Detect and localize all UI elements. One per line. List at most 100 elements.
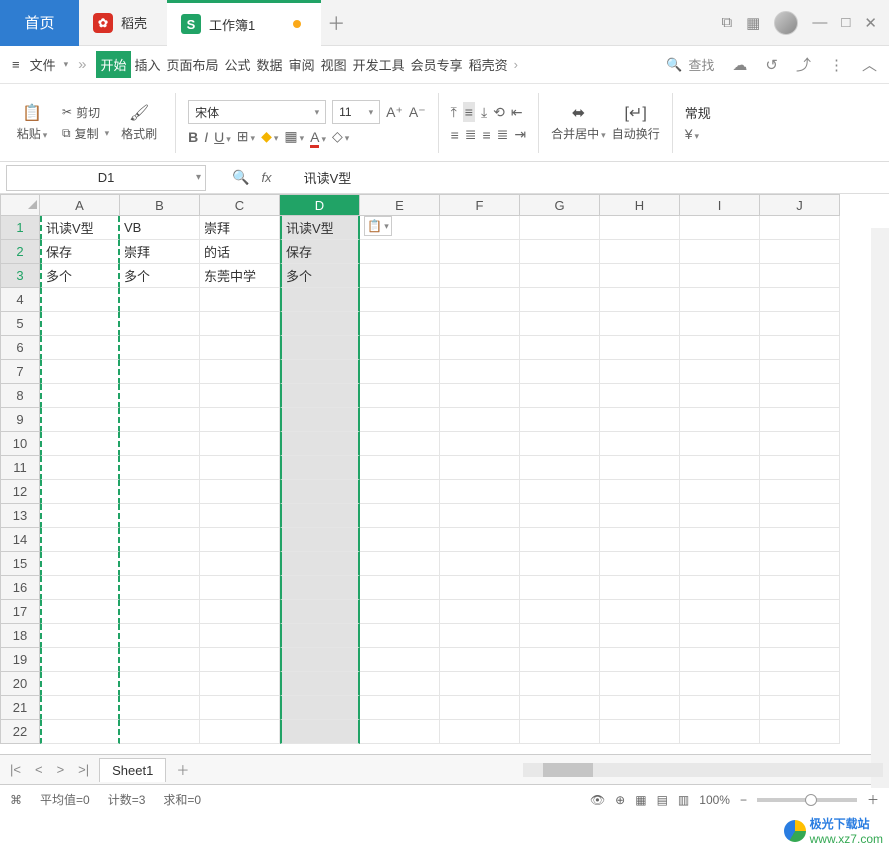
formula-input[interactable]: 讯读V型	[304, 168, 352, 187]
cell-C2[interactable]: 的话	[200, 240, 280, 264]
cell-G8[interactable]	[520, 384, 600, 408]
cell-B7[interactable]	[120, 360, 200, 384]
ribbon-tab-vip[interactable]: 会员专享	[409, 51, 465, 78]
cell-E7[interactable]	[360, 360, 440, 384]
cell-B8[interactable]	[120, 384, 200, 408]
cell-G11[interactable]	[520, 456, 600, 480]
cell-H9[interactable]	[600, 408, 680, 432]
sheet-nav-prev[interactable]: <	[31, 762, 47, 777]
cell-H15[interactable]	[600, 552, 680, 576]
cell-F2[interactable]	[440, 240, 520, 264]
cell-A10[interactable]	[40, 432, 120, 456]
history-icon[interactable]: ↺	[765, 56, 778, 74]
cell-G6[interactable]	[520, 336, 600, 360]
ribbon-tab-review[interactable]: 审阅	[287, 51, 317, 78]
select-all-corner[interactable]	[0, 194, 40, 216]
cell-F6[interactable]	[440, 336, 520, 360]
cell-A7[interactable]	[40, 360, 120, 384]
align-left-icon[interactable]: ≡	[451, 127, 459, 143]
cell-D4[interactable]	[280, 288, 360, 312]
cell-J4[interactable]	[760, 288, 840, 312]
hamburger-icon[interactable]: ≡	[12, 57, 20, 72]
cell-E13[interactable]	[360, 504, 440, 528]
cell-E8[interactable]	[360, 384, 440, 408]
cell-J20[interactable]	[760, 672, 840, 696]
cell-E11[interactable]	[360, 456, 440, 480]
cell-E12[interactable]	[360, 480, 440, 504]
cell-I5[interactable]	[680, 312, 760, 336]
cell-A18[interactable]	[40, 624, 120, 648]
cell-I10[interactable]	[680, 432, 760, 456]
italic-button[interactable]: I	[204, 129, 208, 145]
cell-E16[interactable]	[360, 576, 440, 600]
row-header[interactable]: 4	[0, 288, 40, 312]
cell-I14[interactable]	[680, 528, 760, 552]
cell-H1[interactable]	[600, 216, 680, 240]
cell-D12[interactable]	[280, 480, 360, 504]
sheet-tab[interactable]: Sheet1	[99, 758, 166, 782]
cell-J13[interactable]	[760, 504, 840, 528]
cell-B1[interactable]: VB	[120, 216, 200, 240]
view-normal-icon[interactable]: ▦	[635, 793, 646, 807]
cell-I18[interactable]	[680, 624, 760, 648]
cell-B16[interactable]	[120, 576, 200, 600]
cell-A2[interactable]: 保存	[40, 240, 120, 264]
cell-F11[interactable]	[440, 456, 520, 480]
cell-C11[interactable]	[200, 456, 280, 480]
indent-increase-icon[interactable]: ⇥	[514, 126, 526, 143]
more-tabs-icon[interactable]: ›	[512, 53, 520, 76]
cell-D5[interactable]	[280, 312, 360, 336]
cell-C16[interactable]	[200, 576, 280, 600]
cell-F8[interactable]	[440, 384, 520, 408]
clear-format-button[interactable]: ◇▾	[332, 128, 349, 145]
zoom-out-button[interactable]: −	[740, 793, 747, 807]
cell-A14[interactable]	[40, 528, 120, 552]
cell-B20[interactable]	[120, 672, 200, 696]
cell-J8[interactable]	[760, 384, 840, 408]
cell-J6[interactable]	[760, 336, 840, 360]
cell-B9[interactable]	[120, 408, 200, 432]
col-header-C[interactable]: C	[200, 194, 280, 216]
cell-A17[interactable]	[40, 600, 120, 624]
cell-I17[interactable]	[680, 600, 760, 624]
eye-icon[interactable]: 👁	[590, 793, 605, 807]
row-header[interactable]: 18	[0, 624, 40, 648]
cell-G21[interactable]	[520, 696, 600, 720]
cell-I4[interactable]	[680, 288, 760, 312]
cell-J7[interactable]	[760, 360, 840, 384]
cell-F4[interactable]	[440, 288, 520, 312]
row-header[interactable]: 22	[0, 720, 40, 744]
cell-H4[interactable]	[600, 288, 680, 312]
col-header-D[interactable]: D	[280, 194, 360, 216]
cell-E21[interactable]	[360, 696, 440, 720]
sheet-nav-next[interactable]: >	[53, 762, 69, 777]
search-button[interactable]: 🔍查找	[666, 55, 714, 74]
col-header-F[interactable]: F	[440, 194, 520, 216]
cell-F21[interactable]	[440, 696, 520, 720]
cell-D8[interactable]	[280, 384, 360, 408]
spreadsheet-grid[interactable]: A B C D E F G H I J 1讯读V型VB崇拜讯读V型2保存崇拜的话…	[0, 194, 889, 754]
cell-E10[interactable]	[360, 432, 440, 456]
cell-D15[interactable]	[280, 552, 360, 576]
cell-H13[interactable]	[600, 504, 680, 528]
cell-J9[interactable]	[760, 408, 840, 432]
col-header-J[interactable]: J	[760, 194, 840, 216]
cell-J19[interactable]	[760, 648, 840, 672]
cell-H12[interactable]	[600, 480, 680, 504]
sheet-nav-last[interactable]: >|	[74, 762, 93, 777]
cell-I13[interactable]	[680, 504, 760, 528]
cell-A4[interactable]	[40, 288, 120, 312]
cell-A12[interactable]	[40, 480, 120, 504]
row-header[interactable]: 17	[0, 600, 40, 624]
cell-style-button[interactable]: ▦▾	[284, 128, 304, 145]
cell-E18[interactable]	[360, 624, 440, 648]
cell-C20[interactable]	[200, 672, 280, 696]
cell-H19[interactable]	[600, 648, 680, 672]
cell-C1[interactable]: 崇拜	[200, 216, 280, 240]
ribbon-tab-start[interactable]: 开始	[96, 51, 130, 78]
cell-H20[interactable]	[600, 672, 680, 696]
cell-F22[interactable]	[440, 720, 520, 744]
cell-E22[interactable]	[360, 720, 440, 744]
cell-D6[interactable]	[280, 336, 360, 360]
cell-H17[interactable]	[600, 600, 680, 624]
